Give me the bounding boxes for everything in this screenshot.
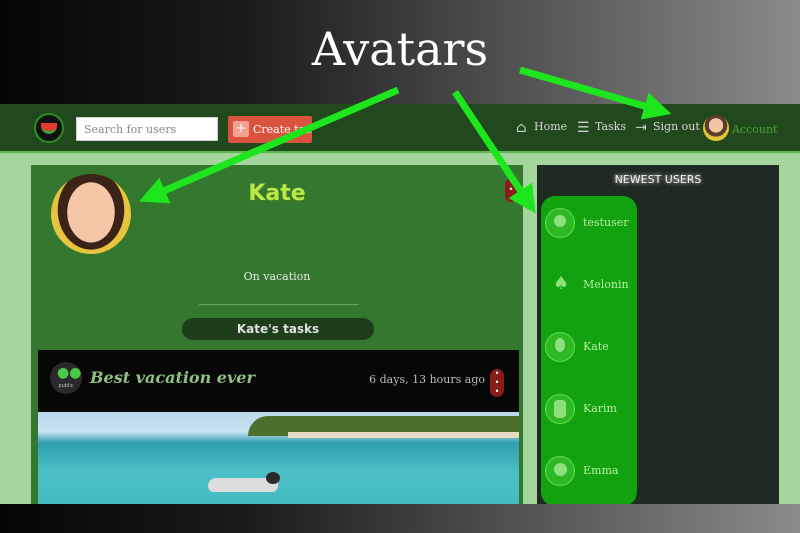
sidebar-title: NEWEST USERS: [614, 173, 702, 186]
app-window: + Create task ⌂ Home ☰ Tasks ⇥ Sign out Acc…: [0, 104, 800, 504]
task-card[interactable]: ●● public Best vacation ever 6 days, 13 …: [38, 350, 519, 504]
user-item[interactable]: Karim: [545, 394, 635, 426]
profile-name: Kate: [248, 181, 306, 206]
divider: [199, 304, 359, 305]
profile-bio: On vacation: [243, 270, 311, 283]
visibility-label: public: [58, 383, 74, 389]
nav-avatar[interactable]: [703, 115, 729, 141]
user-item[interactable]: Emma: [545, 456, 635, 488]
nav-tasks[interactable]: ☰ Tasks: [577, 120, 626, 136]
user-avatar[interactable]: [545, 394, 575, 424]
user-avatar[interactable]: [545, 456, 575, 486]
beach-shape: [288, 432, 519, 438]
home-icon: ⌂: [516, 120, 527, 136]
task-time: 6 days, 13 hours ago: [369, 373, 485, 386]
plus-calendar-icon: +: [233, 121, 249, 137]
tasks-header: Kate's tasks: [182, 318, 374, 340]
public-badge: ●● public: [50, 362, 82, 394]
user-avatar[interactable]: [545, 270, 575, 300]
create-task-label: Create task: [253, 123, 312, 136]
profile-card: Kate • • On vacation Kate's tasks ●● publ…: [31, 165, 523, 504]
seagull-head-shape: [266, 472, 280, 484]
user-item[interactable]: testuser: [545, 208, 635, 240]
nav-home[interactable]: ⌂ Home: [516, 120, 567, 136]
logo-icon[interactable]: [34, 113, 64, 143]
navbar: + Create task ⌂ Home ☰ Tasks ⇥ Sign out Acc…: [0, 104, 800, 153]
user-name[interactable]: testuser: [583, 216, 629, 229]
create-task-button[interactable]: + Create task: [228, 116, 312, 143]
user-item[interactable]: Melonin: [545, 270, 635, 302]
people-icon: ●●: [57, 365, 82, 381]
profile-menu-button[interactable]: • •: [505, 178, 517, 202]
nav-tasks-label: Tasks: [595, 120, 626, 133]
user-avatar[interactable]: [545, 208, 575, 238]
user-item[interactable]: Kate: [545, 332, 635, 364]
user-name[interactable]: Karim: [583, 402, 617, 415]
nav-sign-out[interactable]: ⇥ Sign out: [635, 120, 700, 136]
user-list: testuser Melonin Kate Karim Emma: [541, 196, 637, 504]
annotation-banner: Avatars: [311, 22, 489, 76]
nav-home-label: Home: [534, 120, 568, 133]
nav-sign-out-label: Sign out: [653, 120, 700, 133]
user-name[interactable]: Melonin: [583, 278, 629, 291]
nav-account[interactable]: Account: [732, 123, 777, 136]
task-photo: [38, 412, 519, 504]
tasks-icon: ☰: [577, 120, 590, 136]
search-input[interactable]: [76, 117, 218, 141]
user-name[interactable]: Kate: [583, 340, 609, 353]
user-avatar[interactable]: [545, 332, 575, 362]
sign-out-icon: ⇥: [635, 120, 647, 136]
more-vertical-icon[interactable]: • • •: [490, 369, 504, 397]
user-name[interactable]: Emma: [583, 464, 618, 477]
task-title[interactable]: Best vacation ever: [90, 368, 255, 387]
newest-users-sidebar: NEWEST USERS testuser Melonin Kate Karim…: [537, 165, 779, 504]
